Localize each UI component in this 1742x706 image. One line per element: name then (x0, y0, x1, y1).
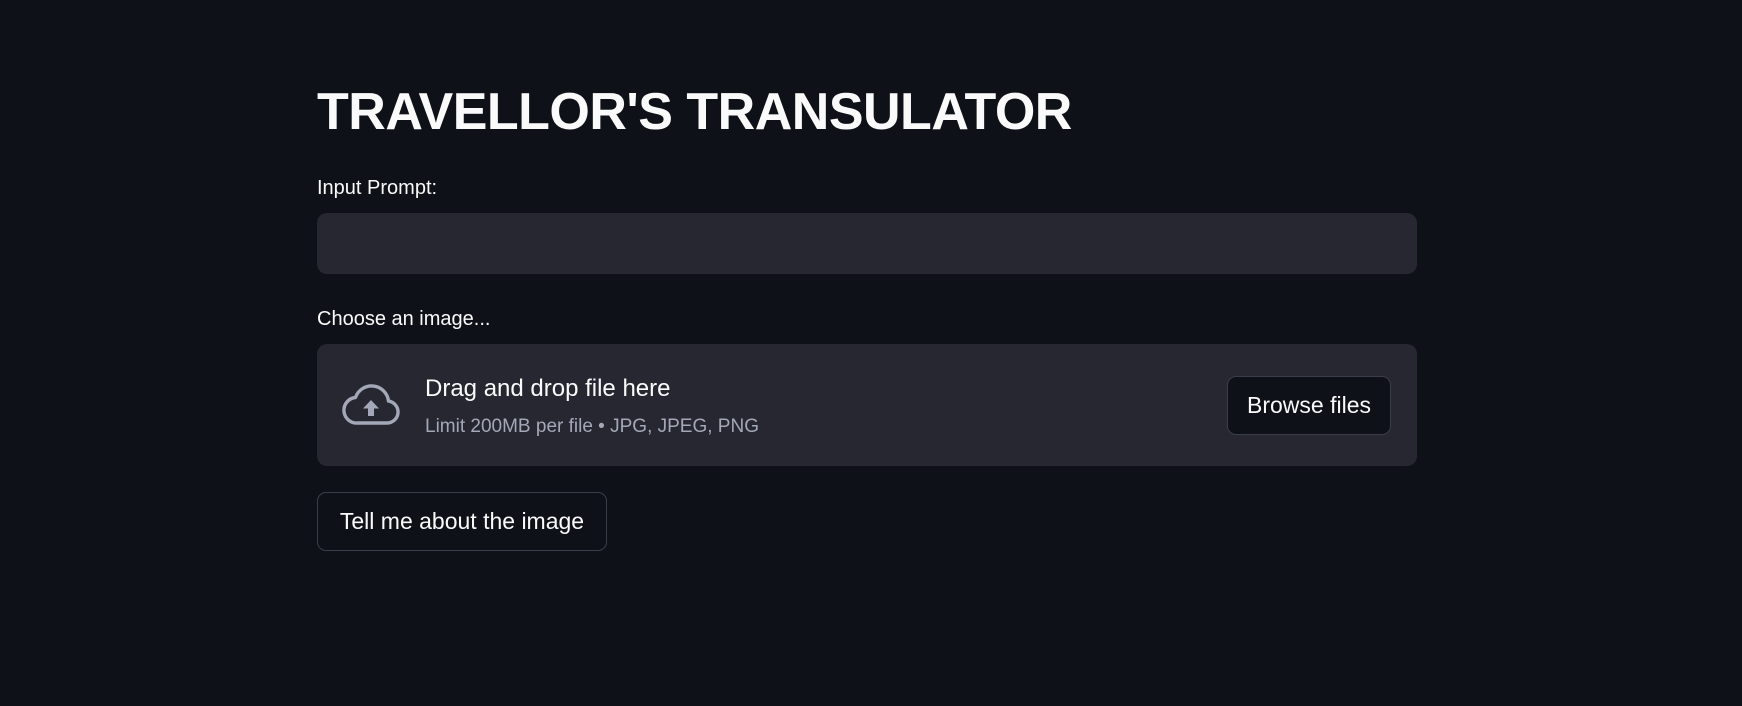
tell-me-about-image-button[interactable]: Tell me about the image (317, 492, 607, 551)
dropzone-file-limit: Limit 200MB per file • JPG, JPEG, PNG (425, 416, 759, 437)
input-prompt-field[interactable] (317, 213, 1417, 274)
input-prompt-label: Input Prompt: (317, 177, 438, 199)
cloud-upload-icon (342, 384, 400, 425)
page-title: TRAVELLOR'S TRANSULATOR (317, 83, 1072, 141)
app-root: TRAVELLOR'S TRANSULATOR Input Prompt: Ch… (0, 0, 1742, 706)
choose-image-label: Choose an image... (317, 308, 491, 330)
dropzone-instructions: Drag and drop file here (425, 375, 671, 402)
file-dropzone[interactable]: Drag and drop file here Limit 200MB per … (317, 344, 1417, 466)
browse-files-button[interactable]: Browse files (1227, 376, 1391, 435)
